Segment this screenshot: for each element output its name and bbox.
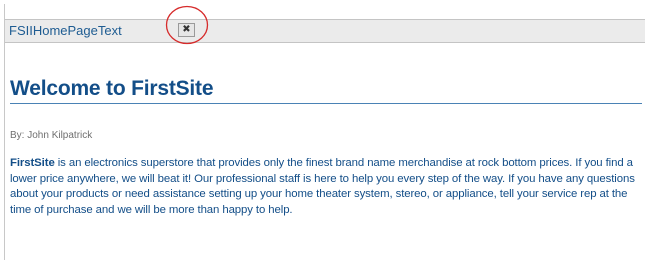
article-body: FirstSite is an electronics superstore t… (10, 156, 649, 218)
article-body-text: is an electronics superstore that provid… (10, 157, 635, 216)
author-byline: By: John Kilpatrick (10, 130, 93, 141)
tab-label[interactable]: FSIIHomePageText (9, 23, 122, 38)
content-frame: FSIIHomePageText ✖ Welcome to FirstSite … (4, 4, 645, 260)
tab-bar: FSIIHomePageText ✖ (5, 19, 645, 43)
page-title: Welcome to FirstSite (10, 77, 214, 100)
brand-name: FirstSite (10, 157, 55, 169)
close-icon[interactable]: ✖ (178, 23, 195, 37)
heading-divider (10, 103, 642, 104)
